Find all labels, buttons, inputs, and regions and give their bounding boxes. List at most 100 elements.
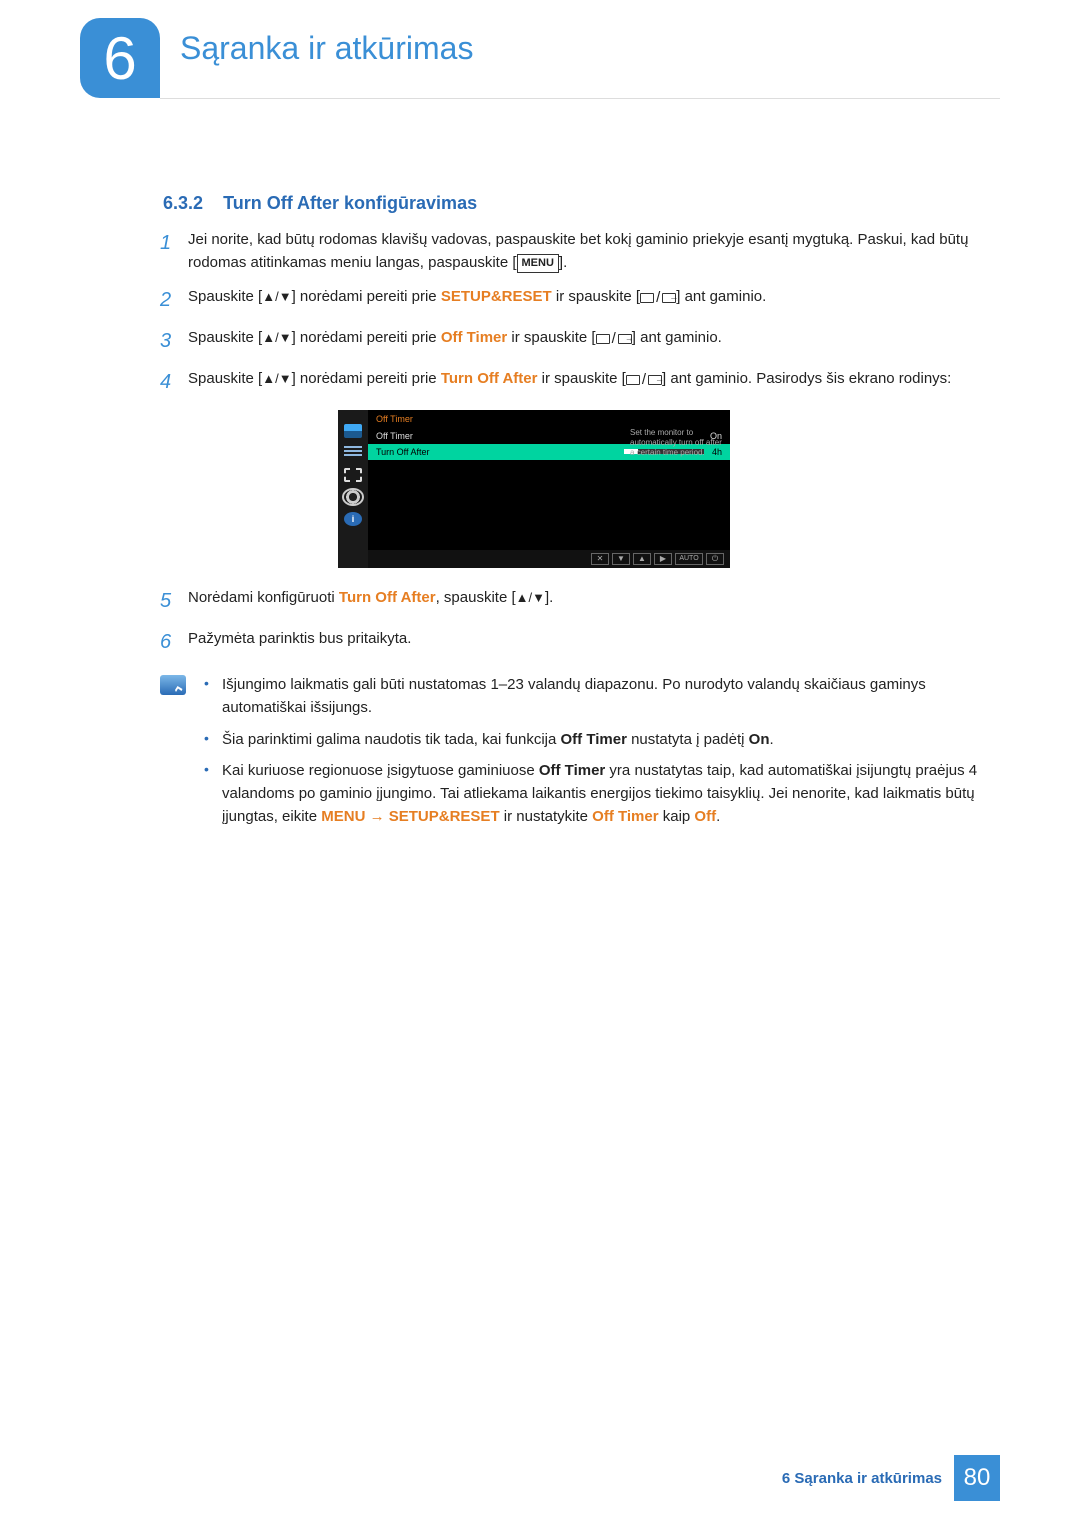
- keyword-turn-off-after: Turn Off After: [339, 589, 436, 606]
- arrow-icon: →: [365, 808, 388, 825]
- osd-btn-auto: AUTO: [675, 553, 703, 565]
- keyword-on: On: [749, 731, 770, 748]
- osd-btn-close-icon: ✕: [591, 553, 609, 565]
- osd-screenshot: i Off Timer Off Timer On Turn Off After …: [188, 410, 1000, 568]
- osd-help-text: Set the monitor to automatically turn of…: [630, 428, 726, 459]
- note-text: Kai kuriuose regionuose įsigytuose gamin…: [222, 762, 539, 779]
- osd-header: Off Timer: [368, 410, 730, 428]
- note-text: .: [770, 731, 774, 748]
- chapter-rule: [160, 98, 1000, 99]
- enter-icon: /: [640, 286, 676, 309]
- osd-icon-list: [344, 446, 362, 460]
- osd-btn-up-icon: ▲: [633, 553, 651, 565]
- step-1: 1 Jei norite, kad būtų rodomas klavišų v…: [160, 228, 1000, 275]
- step-text: ir spauskite [: [552, 288, 640, 305]
- osd-footer: ✕ ▼ ▲ ▶ AUTO ⏻: [368, 550, 730, 568]
- osd-sidebar: i: [338, 410, 368, 568]
- step-text: ir spauskite [: [507, 329, 595, 346]
- step-number: 3: [160, 326, 188, 357]
- osd-row-label: Turn Off After: [376, 447, 430, 457]
- osd-icon-settings: [344, 490, 362, 504]
- step-text: ].: [559, 254, 567, 271]
- page-number: 80: [954, 1455, 1000, 1501]
- osd-btn-right-icon: ▶: [654, 553, 672, 565]
- section-number: 6.3.2: [163, 193, 203, 213]
- step-body: Norėdami konfigūruoti Turn Off After, sp…: [188, 586, 1000, 617]
- step-5: 5 Norėdami konfigūruoti Turn Off After, …: [160, 586, 1000, 617]
- note-item: Šia parinktimi galima naudotis tik tada,…: [204, 728, 1000, 751]
- keyword-off-timer: Off Timer: [561, 731, 627, 748]
- page-footer: 6 Sąranka ir atkūrimas 80: [782, 1455, 1000, 1501]
- step-body: Spauskite [▲/▼] norėdami pereiti prie Tu…: [188, 367, 1000, 398]
- note-text: ir nustatykite: [500, 808, 593, 825]
- note-icon: [160, 675, 186, 695]
- up-down-icon: ▲/▼: [262, 287, 291, 307]
- step-number: 1: [160, 228, 188, 275]
- menu-key: MENU: [517, 254, 559, 273]
- chapter-number: 6: [103, 24, 136, 93]
- step-text: Spauskite [: [188, 329, 262, 346]
- osd-empty-area: [368, 460, 730, 550]
- note-text: .: [716, 808, 720, 825]
- step-text: ].: [545, 589, 553, 606]
- up-down-icon: ▲/▼: [262, 328, 291, 348]
- keyword-off-timer: Off Timer: [592, 808, 658, 825]
- step-text: Spauskite [: [188, 370, 262, 387]
- osd-btn-power-icon: ⏻: [706, 553, 724, 565]
- steps-list: 1 Jei norite, kad būtų rodomas klavišų v…: [160, 228, 1000, 668]
- section-title: 6.3.2 Turn Off After konfigūravimas: [163, 193, 477, 214]
- note-item: Išjungimo laikmatis gali būti nustatomas…: [204, 673, 1000, 720]
- step-number: 5: [160, 586, 188, 617]
- step-text: ] ant gaminio. Pasirodys šis ekrano rodi…: [662, 370, 951, 387]
- step-body: Spauskite [▲/▼] norėdami pereiti prie SE…: [188, 285, 1000, 316]
- step-2: 2 Spauskite [▲/▼] norėdami pereiti prie …: [160, 285, 1000, 316]
- enter-icon: /: [596, 327, 632, 350]
- note-text: Šia parinktimi galima naudotis tik tada,…: [222, 731, 561, 748]
- osd-row-label: Off Timer: [376, 431, 413, 441]
- step-body: Pažymėta parinktis bus pritaikyta.: [188, 627, 1000, 658]
- step-3: 3 Spauskite [▲/▼] norėdami pereiti prie …: [160, 326, 1000, 357]
- keyword-off: Off: [694, 808, 716, 825]
- note-item: Kai kuriuose regionuose įsigytuose gamin…: [204, 759, 1000, 829]
- note-text: kaip: [659, 808, 695, 825]
- keyword-off-timer: Off Timer: [539, 762, 605, 779]
- keyword-setup-reset: SETUP&RESET: [441, 288, 552, 305]
- step-text: Spauskite [: [188, 288, 262, 305]
- step-4: 4 Spauskite [▲/▼] norėdami pereiti prie …: [160, 367, 1000, 398]
- step-text: Norėdami konfigūruoti: [188, 589, 339, 606]
- keyword-off-timer: Off Timer: [441, 329, 507, 346]
- keyword-turn-off-after: Turn Off After: [441, 370, 538, 387]
- section-heading: Turn Off After konfigūravimas: [223, 193, 477, 213]
- osd-icon-info: i: [344, 512, 362, 526]
- note-text: nustatyta į padėtį: [627, 731, 749, 748]
- chapter-title: Sąranka ir atkūrimas: [180, 30, 473, 67]
- up-down-icon: ▲/▼: [262, 369, 291, 389]
- step-text: ] ant gaminio.: [632, 329, 722, 346]
- step-number: 2: [160, 285, 188, 316]
- enter-icon: /: [626, 368, 662, 391]
- keyword-setup-reset: SETUP&RESET: [389, 808, 500, 825]
- step-body: Jei norite, kad būtų rodomas klavišų vad…: [188, 228, 1000, 275]
- osd-panel: i Off Timer Off Timer On Turn Off After …: [338, 410, 730, 568]
- note-list: Išjungimo laikmatis gali būti nustatomas…: [204, 673, 1000, 837]
- step-text: ] ant gaminio.: [676, 288, 766, 305]
- step-text: ] norėdami pereiti prie: [292, 370, 441, 387]
- note-block: Išjungimo laikmatis gali būti nustatomas…: [160, 673, 1000, 837]
- step-text: Jei norite, kad būtų rodomas klavišų vad…: [188, 231, 968, 271]
- step-text: ] norėdami pereiti prie: [292, 329, 441, 346]
- note-text: Išjungimo laikmatis gali būti nustatomas…: [222, 676, 926, 716]
- step-text: ] norėdami pereiti prie: [292, 288, 441, 305]
- keyword-menu: MENU: [321, 808, 365, 825]
- step-number: 4: [160, 367, 188, 398]
- step-text: , spauskite [: [436, 589, 516, 606]
- footer-chapter-ref: 6 Sąranka ir atkūrimas: [782, 1470, 942, 1487]
- osd-btn-down-icon: ▼: [612, 553, 630, 565]
- osd-icon-display: [344, 424, 362, 438]
- step-text: ir spauskite [: [537, 370, 625, 387]
- step-number: 6: [160, 627, 188, 658]
- step-6: 6 Pažymėta parinktis bus pritaikyta.: [160, 627, 1000, 658]
- osd-icon-resize: [344, 468, 362, 482]
- up-down-icon: ▲/▼: [516, 588, 545, 608]
- chapter-tab: 6: [80, 18, 160, 98]
- step-body: Spauskite [▲/▼] norėdami pereiti prie Of…: [188, 326, 1000, 357]
